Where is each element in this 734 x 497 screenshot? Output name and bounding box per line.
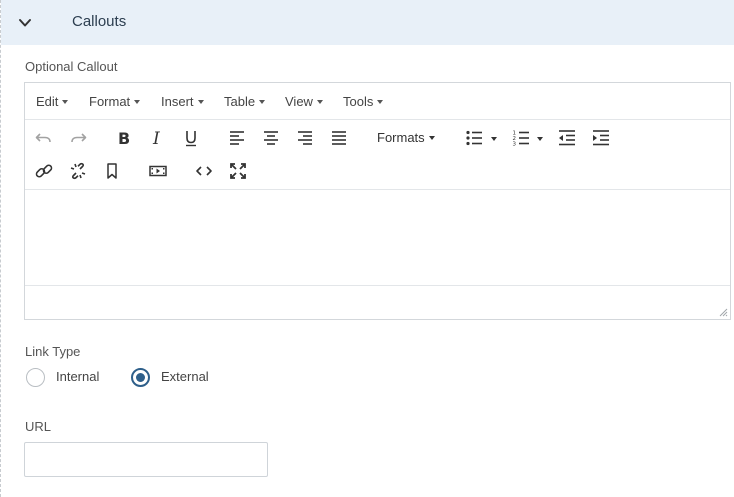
chevron-down-icon[interactable] xyxy=(18,16,32,30)
svg-text:B: B xyxy=(118,129,130,148)
menu-edit[interactable]: Edit xyxy=(36,94,69,109)
formats-dropdown[interactable]: Formats xyxy=(377,130,435,145)
numbered-list-icon[interactable]: 123 xyxy=(509,126,533,150)
callouts-section-header[interactable]: Callouts xyxy=(1,0,734,45)
link-type-label: Link Type xyxy=(25,344,81,359)
media-icon[interactable] xyxy=(146,159,170,183)
menu-insert[interactable]: Insert xyxy=(161,94,204,109)
svg-text:3: 3 xyxy=(513,142,517,148)
internal-radio[interactable] xyxy=(26,368,45,387)
unlink-icon[interactable] xyxy=(66,159,90,183)
undo-icon[interactable] xyxy=(32,126,56,150)
page-left-border xyxy=(0,0,1,497)
outdent-icon[interactable] xyxy=(555,126,579,150)
menu-tools[interactable]: Tools xyxy=(343,94,384,109)
external-radio-label[interactable]: External xyxy=(161,369,209,384)
link-icon[interactable] xyxy=(32,159,56,183)
menu-view[interactable]: View xyxy=(285,94,323,109)
optional-callout-label: Optional Callout xyxy=(25,59,118,74)
code-icon[interactable] xyxy=(192,159,216,183)
align-center-icon[interactable] xyxy=(259,126,283,150)
menu-table[interactable]: Table xyxy=(224,94,266,109)
underline-icon[interactable] xyxy=(179,126,203,150)
resize-handle-icon[interactable] xyxy=(719,308,728,317)
indent-icon[interactable] xyxy=(589,126,613,150)
editor-menubar: Edit Format Insert Table View Tools xyxy=(25,83,730,120)
svg-text:I: I xyxy=(152,129,160,149)
url-input[interactable] xyxy=(24,442,268,477)
align-justify-icon[interactable] xyxy=(327,126,351,150)
url-label: URL xyxy=(25,419,52,434)
external-radio[interactable] xyxy=(131,368,150,387)
bullet-list-caret[interactable] xyxy=(491,137,497,141)
numbered-list-caret[interactable] xyxy=(537,137,543,141)
editor-content-area[interactable] xyxy=(25,190,730,285)
internal-radio-label[interactable]: Internal xyxy=(56,369,99,384)
italic-icon[interactable]: I xyxy=(145,126,169,150)
menu-format[interactable]: Format xyxy=(89,94,141,109)
editor-statusbar xyxy=(25,285,730,319)
bold-icon[interactable]: B xyxy=(111,126,135,150)
rich-text-editor: Edit Format Insert Table View Tools B I xyxy=(24,82,731,320)
bookmark-icon[interactable] xyxy=(100,159,124,183)
align-right-icon[interactable] xyxy=(293,126,317,150)
section-title: Callouts xyxy=(72,13,127,30)
redo-icon[interactable] xyxy=(66,126,90,150)
bullet-list-icon[interactable] xyxy=(462,126,486,150)
align-left-icon[interactable] xyxy=(225,126,249,150)
editor-toolbar: B I Formats 123 xyxy=(25,120,730,190)
fullscreen-icon[interactable] xyxy=(226,159,250,183)
